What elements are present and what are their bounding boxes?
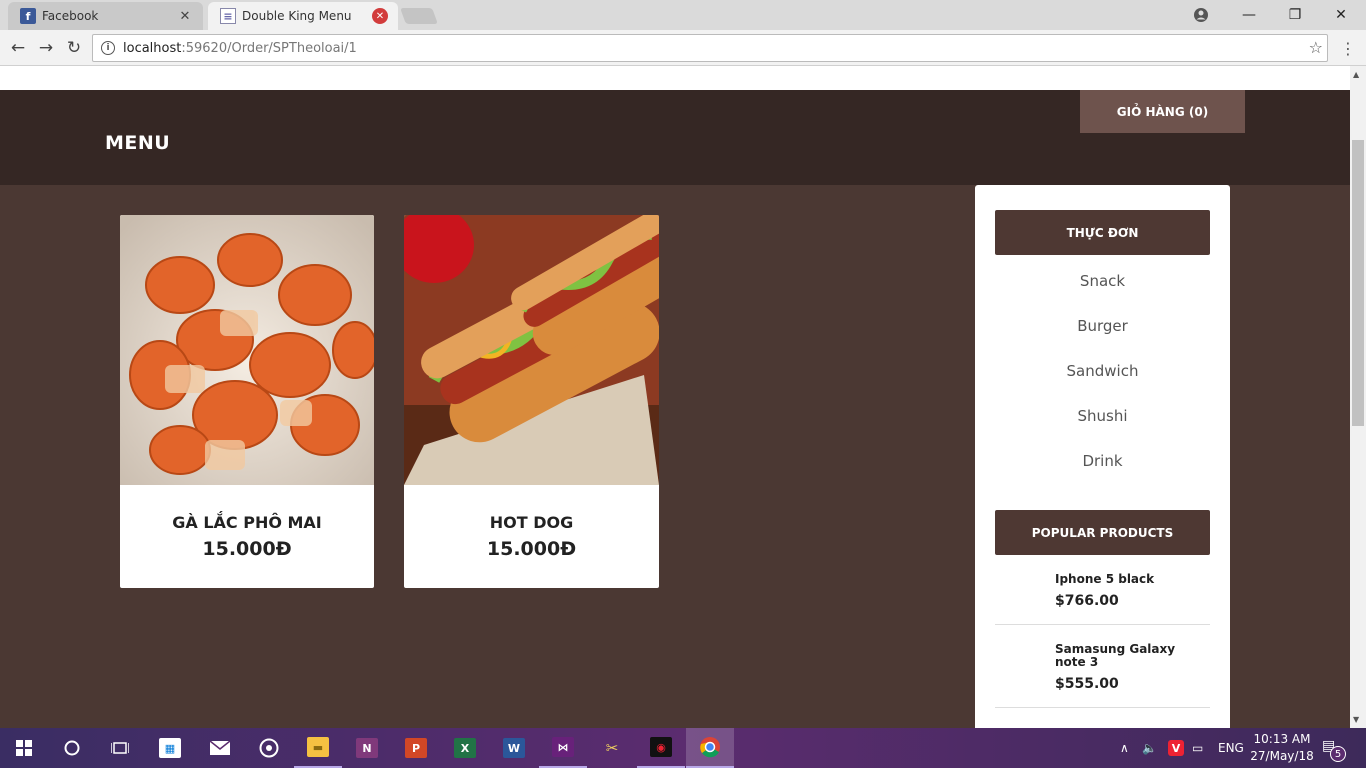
show-hidden-icons-chevron-icon[interactable]: ∧ xyxy=(1120,728,1129,768)
product-card[interactable]: GÀ LẮC PHÔ MAI 15.000Đ xyxy=(120,215,374,588)
sidebar: THỰC ĐƠN Snack Burger Sandwich Shushi Dr… xyxy=(975,185,1230,728)
site-brand[interactable]: MENU xyxy=(105,132,170,154)
popular-product-name[interactable]: Samasung Galaxy note 3 xyxy=(1055,643,1207,669)
close-window-button[interactable]: ✕ xyxy=(1318,0,1364,30)
scroll-thumb[interactable] xyxy=(1352,140,1364,426)
browser-tab-bar: f Facebook ✕ ≡ Double King Menu ✕ — ❐ ✕ xyxy=(0,0,1366,30)
notification-count-badge: 5 xyxy=(1330,746,1346,762)
new-tab-button[interactable] xyxy=(400,8,438,24)
close-tab-icon[interactable]: ✕ xyxy=(372,8,388,24)
popular-section-title: POPULAR PRODUCTS xyxy=(995,510,1210,555)
minimize-button[interactable]: — xyxy=(1226,0,1272,30)
scroll-down-arrow-icon[interactable]: ▼ xyxy=(1353,715,1359,724)
search-cortana-icon[interactable] xyxy=(48,728,96,768)
restore-button[interactable]: ❐ xyxy=(1272,0,1318,30)
reload-button[interactable]: ↻ xyxy=(62,36,86,60)
clock-time: 10:13 AM xyxy=(1253,732,1311,746)
product-price: 15.000Đ xyxy=(486,538,577,560)
groove-music-icon[interactable] xyxy=(245,728,293,768)
bookmark-star-icon[interactable]: ☆ xyxy=(1309,38,1323,57)
facebook-icon: f xyxy=(20,8,36,24)
word-icon[interactable]: W xyxy=(490,728,538,768)
windows-taskbar: ▦ ▬ N P X W ⋈ ✂ ◉ ∧ 🔈 V ▭ ENG 10:13 AM 2… xyxy=(0,728,1366,768)
product-name[interactable]: GÀ LẮC PHÔ MAI xyxy=(120,513,374,532)
url-host: localhost xyxy=(123,40,182,56)
category-link-snack[interactable]: Snack xyxy=(995,272,1210,290)
page-viewport: MENU GIỎ HÀNG (0) GÀ LẮC PHÔ MAI 15.000Đ… xyxy=(0,66,1350,728)
url-path: :59620/Order/SPTheoloai/1 xyxy=(181,40,357,56)
mail-icon[interactable] xyxy=(196,728,244,768)
popular-product-item[interactable]: Iphone 5 black $766.00 xyxy=(995,555,1210,625)
clock-date: 27/May/18 xyxy=(1250,749,1314,763)
close-tab-icon[interactable]: ✕ xyxy=(177,8,193,24)
tools-app-icon[interactable]: ✂ xyxy=(588,728,636,768)
task-view-icon[interactable] xyxy=(96,728,144,768)
vivaldi-tray-icon[interactable]: V xyxy=(1168,728,1184,768)
product-image-fried-chicken[interactable] xyxy=(120,215,374,485)
garena-icon[interactable]: ◉ xyxy=(637,728,685,768)
onenote-icon[interactable]: N xyxy=(343,728,391,768)
volume-icon[interactable]: 🔈 xyxy=(1142,728,1157,768)
network-icon[interactable]: ▭ xyxy=(1192,728,1203,768)
browser-menu-icon[interactable]: ⋮ xyxy=(1340,36,1356,60)
menu-section-title: THỰC ĐƠN xyxy=(995,210,1210,255)
tab-facebook[interactable]: f Facebook ✕ xyxy=(8,2,203,30)
forward-button[interactable]: → xyxy=(34,36,58,60)
file-explorer-icon[interactable]: ▬ xyxy=(294,728,342,768)
popular-product-name[interactable]: Iphone 5 black xyxy=(1055,573,1207,586)
category-link-drink[interactable]: Drink xyxy=(995,452,1210,470)
popular-product-price: $555.00 xyxy=(1055,676,1119,692)
browser-toolbar: ← → ↻ i localhost:59620/Order/SPTheoloai… xyxy=(0,30,1366,66)
input-language-indicator[interactable]: ENG xyxy=(1218,728,1244,768)
scroll-up-arrow-icon[interactable]: ▲ xyxy=(1353,70,1359,79)
chrome-icon[interactable] xyxy=(686,728,734,768)
popular-product-item[interactable]: Samasung Galaxy note 3 $555.00 xyxy=(995,625,1210,708)
category-link-shushi[interactable]: Shushi xyxy=(995,407,1210,425)
powerpoint-icon[interactable]: P xyxy=(392,728,440,768)
address-bar[interactable]: i localhost:59620/Order/SPTheoloai/1 ☆ xyxy=(92,34,1328,62)
popular-product-price: $766.00 xyxy=(1055,593,1119,609)
tab-title: Double King Menu xyxy=(242,9,352,23)
visual-studio-icon[interactable]: ⋈ xyxy=(539,728,587,768)
top-strip xyxy=(0,66,1350,90)
excel-icon[interactable]: X xyxy=(441,728,489,768)
product-name[interactable]: HOT DOG xyxy=(404,513,659,532)
info-icon[interactable]: i xyxy=(101,41,115,55)
account-icon[interactable] xyxy=(1178,0,1224,30)
tab-double-king-menu[interactable]: ≡ Double King Menu ✕ xyxy=(208,2,398,30)
product-card[interactable]: HOT DOG 15.000Đ xyxy=(404,215,659,588)
site-header: MENU GIỎ HÀNG (0) xyxy=(0,90,1350,185)
product-price: 15.000Đ xyxy=(202,538,292,560)
windows-start-icon[interactable] xyxy=(0,728,48,768)
category-link-burger[interactable]: Burger xyxy=(995,317,1210,335)
back-button[interactable]: ← xyxy=(6,36,30,60)
product-image-hot-dog[interactable] xyxy=(404,215,659,485)
taskbar-clock[interactable]: 10:13 AM 27/May/18 xyxy=(1246,731,1318,765)
category-link-sandwich[interactable]: Sandwich xyxy=(995,362,1210,380)
cart-button[interactable]: GIỎ HÀNG (0) xyxy=(1080,90,1245,133)
store-icon[interactable]: ▦ xyxy=(146,728,194,768)
page-scrollbar[interactable]: ▲ ▼ xyxy=(1350,66,1366,728)
tab-title: Facebook xyxy=(42,9,99,23)
document-icon: ≡ xyxy=(220,8,236,24)
